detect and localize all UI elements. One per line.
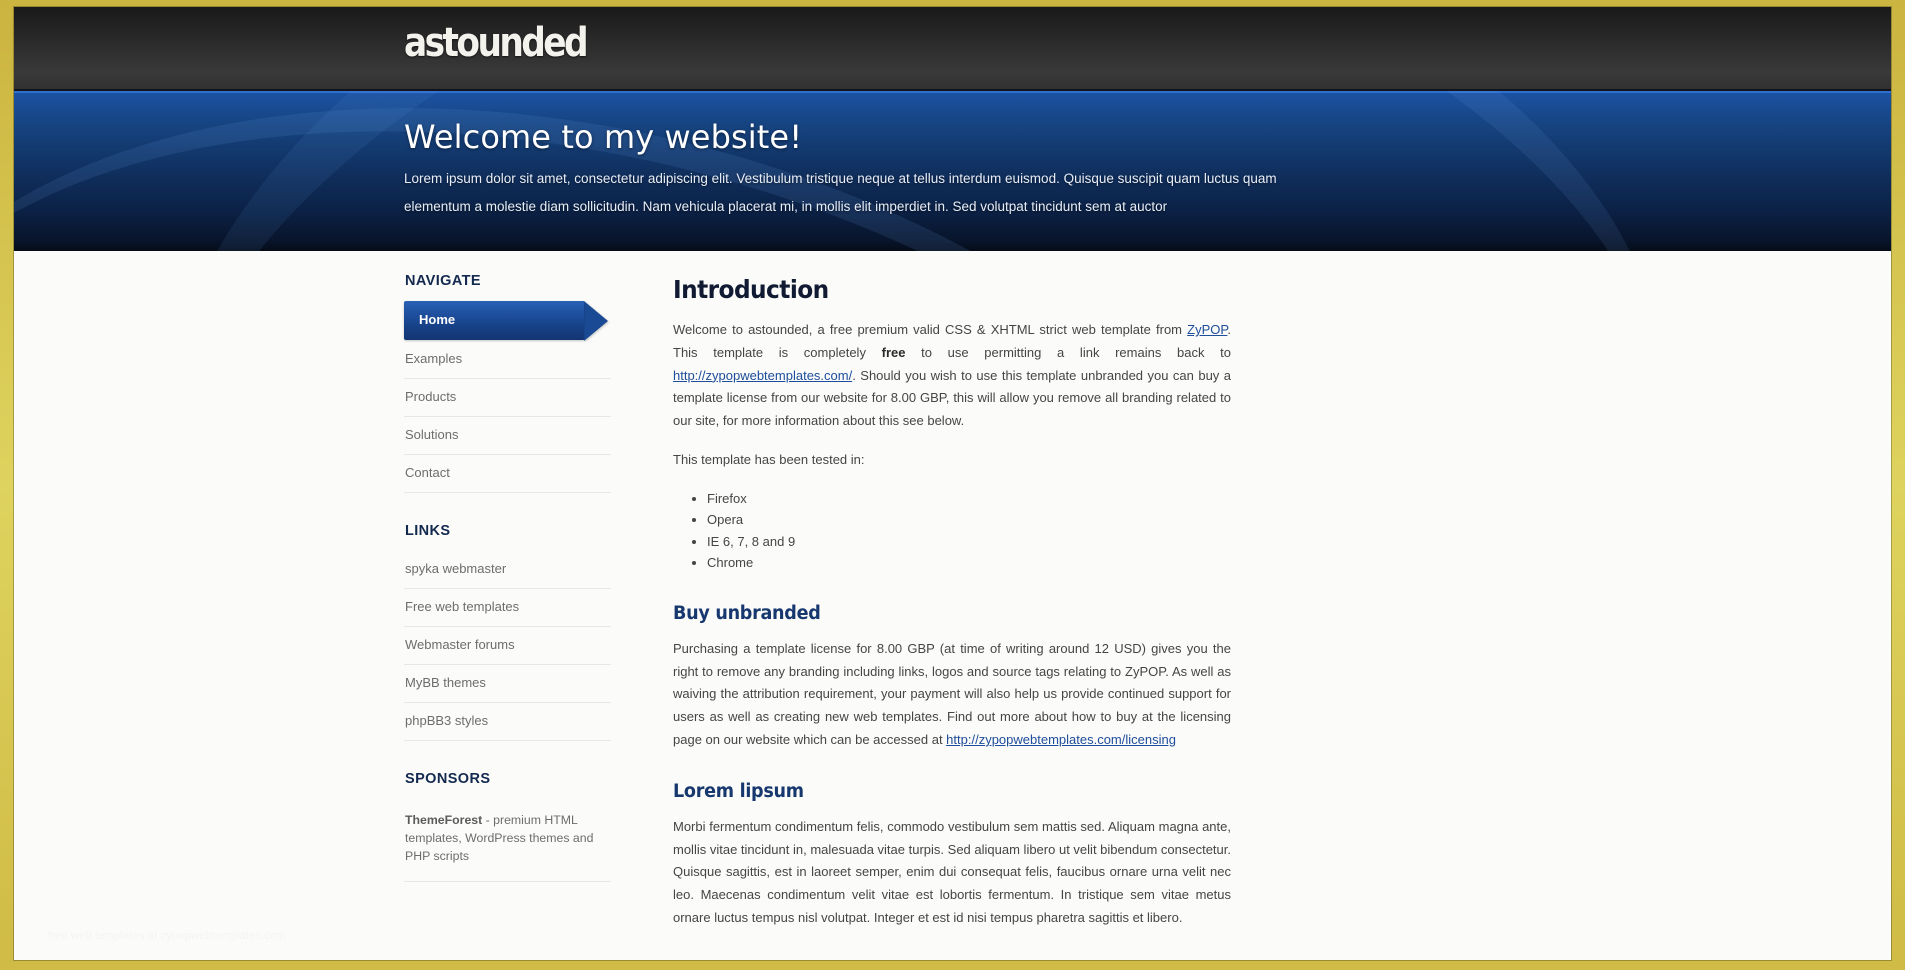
sidebar-heading-sponsors: SPONSORS [405, 771, 491, 787]
page-title: Introduction [673, 275, 829, 304]
sponsor-item-themeforest[interactable]: ThemeForest - premium HTML templates, Wo… [404, 799, 611, 882]
hero-subtitle: Lorem ipsum dolor sit amet, consectetur … [404, 171, 1277, 214]
content-area: NAVIGATE Home Examples Products Solution… [14, 251, 1891, 960]
site-logo[interactable]: astounded [404, 21, 589, 65]
hero-text-block: Welcome to my website! Lorem ipsum dolor… [404, 119, 1324, 221]
sidebar-item-home[interactable]: Home [404, 301, 611, 341]
sidebar-heading-links: LINKS [405, 523, 451, 539]
main-article: Introduction Welcome to astounded, a fre… [611, 251, 1231, 946]
footer-watermark: free web templates at zypopwebtemplates.… [48, 930, 286, 942]
sidebar-link-webmaster-forums[interactable]: Webmaster forums [404, 627, 611, 665]
section-heading-lorem-lipsum: Lorem lipsum [673, 780, 804, 802]
sidebar-nav-list: Home Examples Products Solutions Contact [404, 301, 611, 493]
buy-paragraph: Purchasing a template license for 8.00 G… [673, 638, 1231, 752]
sidebar-link-spyka-webmaster[interactable]: spyka webmaster [404, 551, 611, 589]
page-inner: astounded Welcome to my website! Lorem i… [14, 7, 1891, 960]
list-item: Firefox [707, 488, 1231, 510]
list-item: Chrome [707, 552, 1231, 574]
site-masthead: astounded [14, 7, 1891, 91]
hero-top-accent-line [14, 91, 1891, 93]
active-arrow-icon [584, 301, 608, 341]
sidebar-link-mybb-themes[interactable]: MyBB themes [404, 665, 611, 703]
link-zypop[interactable]: ZyPOP [1187, 322, 1227, 337]
sidebar-item-products[interactable]: Products [404, 379, 611, 417]
sidebar-item-examples[interactable]: Examples [404, 341, 611, 379]
section-heading-buy-unbranded: Buy unbranded [673, 602, 821, 624]
tested-intro-text: This template has been tested in: [673, 451, 865, 467]
list-item[interactable]: Webmaster forums [404, 627, 611, 665]
intro-paragraph: Welcome to astounded, a free premium val… [673, 319, 1231, 433]
link-zypopwebtemplates[interactable]: http://zypopwebtemplates.com/ [673, 368, 852, 383]
sidebar-heading-navigate: NAVIGATE [405, 273, 481, 289]
sidebar-link-free-web-templates[interactable]: Free web templates [404, 589, 611, 627]
list-item[interactable]: MyBB themes [404, 665, 611, 703]
sidebar-link-home[interactable]: Home [404, 301, 584, 340]
sidebar-item-contact[interactable]: Contact [404, 455, 611, 493]
sidebar-link-products[interactable]: Products [404, 379, 611, 417]
lorem-paragraph: Morbi fermentum condimentum felis, commo… [673, 818, 1231, 925]
hero-banner: Welcome to my website! Lorem ipsum dolor… [14, 91, 1891, 251]
sidebar-link-solutions[interactable]: Solutions [404, 417, 611, 455]
list-item[interactable]: spyka webmaster [404, 551, 611, 589]
hero-title: Welcome to my website! [404, 118, 803, 156]
sidebar: NAVIGATE Home Examples Products Solution… [404, 251, 611, 946]
tested-browsers-list: Firefox Opera IE 6, 7, 8 and 9 Chrome [707, 488, 1231, 574]
page-gold-frame: astounded Welcome to my website! Lorem i… [0, 0, 1905, 970]
list-item[interactable]: phpBB3 styles [404, 703, 611, 741]
intro-text-c: to use permitting a link remains back to [905, 344, 1231, 360]
list-item[interactable]: Free web templates [404, 589, 611, 627]
sidebar-link-examples[interactable]: Examples [404, 341, 611, 379]
list-item: Opera [707, 509, 1231, 531]
sidebar-item-solutions[interactable]: Solutions [404, 417, 611, 455]
list-item: IE 6, 7, 8 and 9 [707, 531, 1231, 553]
intro-text-a: Welcome to astounded, a free premium val… [673, 322, 1188, 337]
sidebar-links-list: spyka webmaster Free web templates Webma… [404, 551, 611, 741]
link-licensing-page[interactable]: http://zypopwebtemplates.com/licensing [946, 732, 1176, 747]
sidebar-link-contact[interactable]: Contact [404, 455, 611, 493]
sidebar-link-phpbb3-styles[interactable]: phpBB3 styles [404, 703, 611, 741]
content-columns: NAVIGATE Home Examples Products Solution… [404, 251, 1504, 946]
sponsor-name: ThemeForest [405, 813, 483, 827]
intro-bold-free: free [881, 344, 906, 360]
